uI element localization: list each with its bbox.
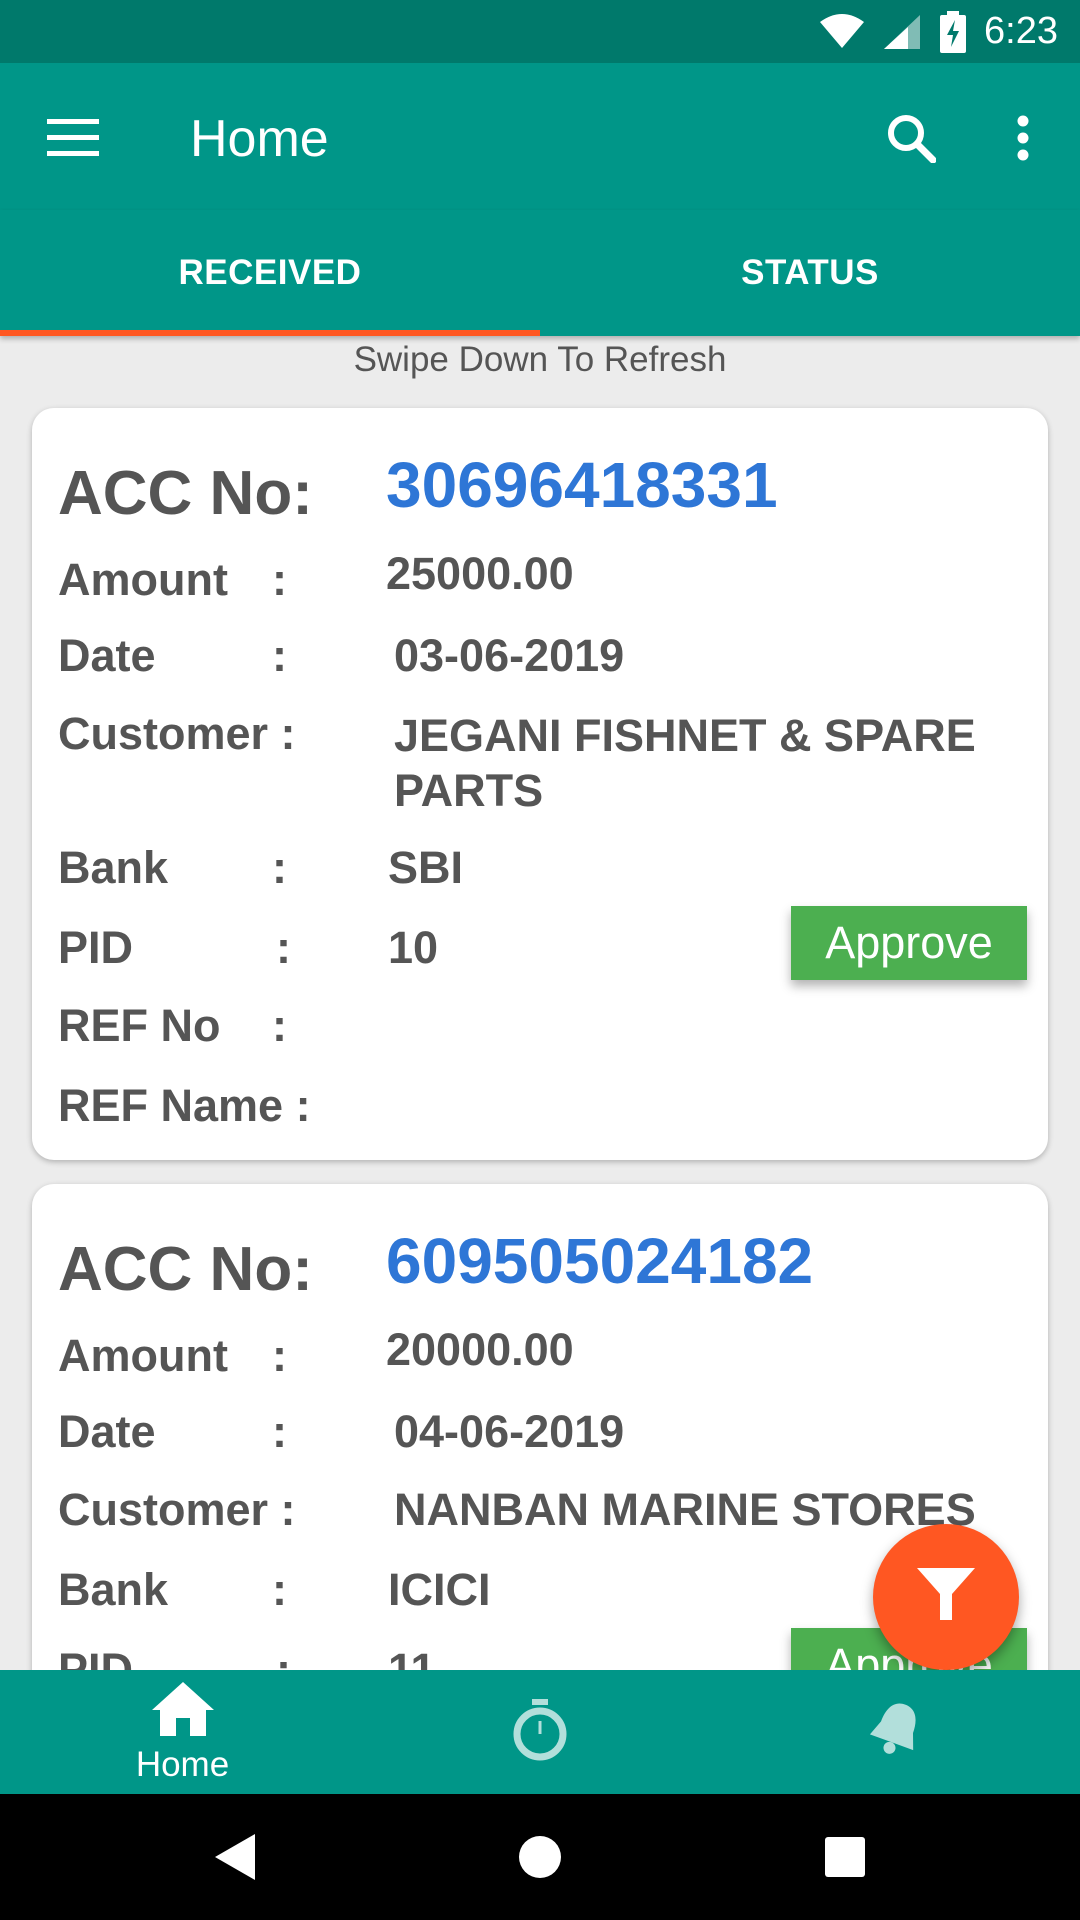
nav-home[interactable]: Home [90, 1670, 275, 1794]
search-icon[interactable] [876, 103, 946, 173]
date-value: 03-06-2019 [394, 630, 625, 681]
pid-colon: : [276, 922, 291, 973]
home-icon [150, 1680, 216, 1743]
acc-no-label: ACC No: [58, 1235, 313, 1304]
app-title: Home [190, 110, 329, 168]
wifi-icon [820, 13, 865, 50]
amount-label: Amount [58, 1330, 228, 1381]
ref-no-colon: : [272, 1000, 287, 1051]
back-icon[interactable] [200, 1822, 270, 1892]
nav-home-label: Home [135, 1744, 230, 1784]
customer-label: Customer : [58, 1484, 296, 1535]
pid-value: 10 [388, 922, 439, 973]
acc-no-value: 609505024182 [386, 1225, 814, 1297]
date-colon: : [272, 630, 287, 681]
amount-colon: : [272, 1330, 287, 1381]
app-screen: 6:23 Home RECEIVED STATUS Swipe Down To … [0, 0, 1080, 1920]
nav-timer[interactable] [490, 1670, 590, 1794]
filter-fab[interactable] [873, 1524, 1019, 1670]
customer-value: JEGANI FISHNET & SPARE PARTS [394, 710, 976, 816]
bank-value: ICICI [388, 1564, 491, 1615]
bank-colon: : [272, 1564, 287, 1615]
payment-list[interactable]: ACC No: 30696418331 Amount : 25000.00 Da… [0, 336, 1080, 1670]
bank-value: SBI [388, 842, 464, 893]
menu-icon[interactable] [38, 103, 108, 173]
amount-label: Amount [58, 554, 228, 605]
tab-status[interactable]: STATUS [540, 210, 1080, 336]
ref-no-label: REF No [58, 1000, 221, 1051]
cell-signal-icon [882, 13, 922, 51]
bottom-nav: Home [0, 1670, 1080, 1794]
tab-received[interactable]: RECEIVED [0, 210, 540, 336]
bank-label: Bank [58, 1564, 169, 1615]
customer-value: NANBAN MARINE STORES [394, 1484, 976, 1535]
payment-card: ACC No: 30696418331 Amount : 25000.00 Da… [32, 408, 1048, 1160]
customer-label: Customer : [58, 708, 296, 759]
date-colon: : [272, 1406, 287, 1457]
date-label: Date [58, 630, 156, 681]
status-bar: 6:23 [0, 0, 1080, 63]
battery-charging-icon [940, 10, 967, 53]
filter-icon [915, 1564, 977, 1631]
more-options-icon[interactable] [988, 103, 1058, 173]
timer-icon [513, 1698, 567, 1766]
recents-icon[interactable] [810, 1822, 880, 1892]
date-value: 04-06-2019 [394, 1406, 625, 1457]
pid-value: 11 [388, 1644, 436, 1670]
pid-label: PID [58, 1644, 134, 1670]
acc-no-label: ACC No: [58, 459, 313, 528]
date-label: Date [58, 1406, 156, 1457]
tab-bar: RECEIVED STATUS [0, 210, 1080, 336]
pid-colon: : [276, 1644, 291, 1670]
system-navigation-bar [0, 1794, 1080, 1920]
amount-value: 20000.00 [386, 1324, 574, 1375]
bank-colon: : [272, 842, 287, 893]
app-bar: Home [0, 63, 1080, 210]
amount-colon: : [272, 554, 287, 605]
bank-label: Bank [58, 842, 169, 893]
amount-value: 25000.00 [386, 548, 574, 599]
acc-no-value: 30696418331 [386, 449, 778, 521]
home-circle-icon[interactable] [505, 1822, 575, 1892]
nav-notifications[interactable] [846, 1670, 946, 1794]
pid-label: PID [58, 922, 134, 973]
status-clock: 6:23 [984, 10, 1058, 52]
approve-button[interactable]: Approve [791, 906, 1027, 980]
ref-name-label: REF Name : [58, 1080, 311, 1131]
bell-icon [865, 1699, 927, 1766]
